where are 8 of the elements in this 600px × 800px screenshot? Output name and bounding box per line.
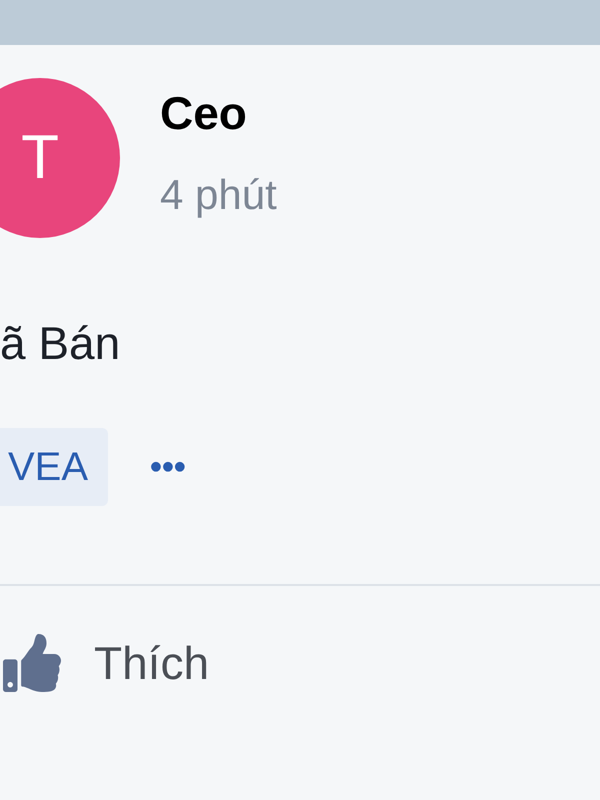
- author-name[interactable]: Ceo: [160, 90, 277, 136]
- like-button[interactable]: Thích: [0, 634, 600, 692]
- thumbs-up-icon: [0, 634, 64, 692]
- post-time[interactable]: 4 phút: [160, 174, 277, 216]
- more-button[interactable]: •••: [150, 450, 186, 484]
- post-text: ã Bán: [0, 320, 122, 366]
- avatar: T: [0, 78, 120, 238]
- tag[interactable]: VEA: [0, 428, 108, 506]
